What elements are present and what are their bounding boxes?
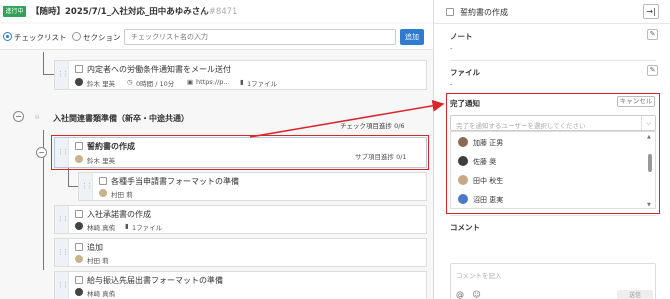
red-arrow [249,99,445,138]
app-root: 進行中 【随時】2025/7/1_入社対応_田中あゆみさん#8471 チェックリ… [0,0,670,299]
